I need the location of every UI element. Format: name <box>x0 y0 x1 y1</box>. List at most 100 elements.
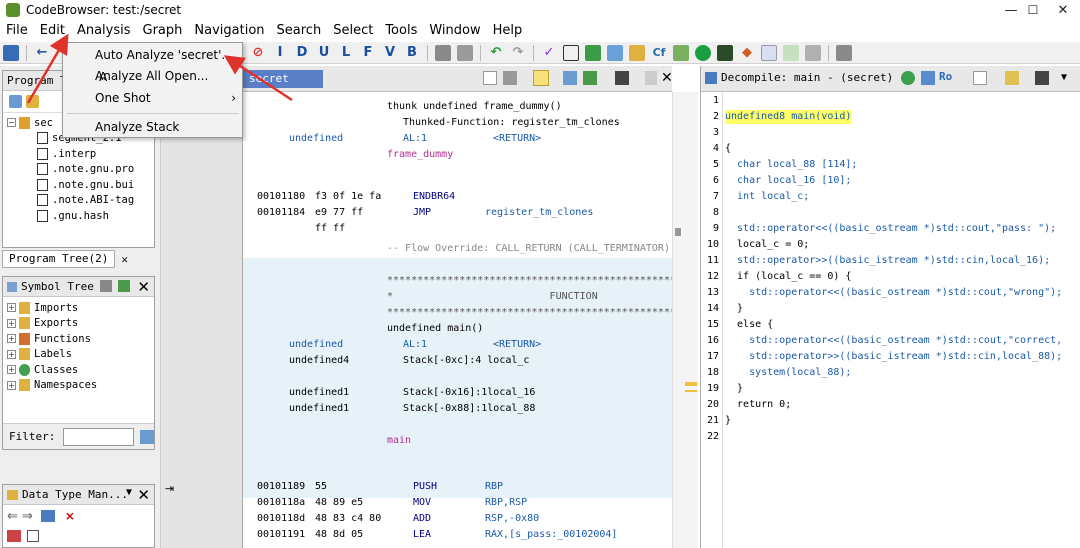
back-arrow-icon[interactable]: ← <box>34 45 50 61</box>
close-icon[interactable]: ✕ <box>661 70 672 86</box>
back-arrow-icon[interactable]: ⇐ <box>7 509 18 524</box>
snapshot-icon[interactable] <box>118 280 130 292</box>
filter-input[interactable] <box>63 427 135 446</box>
code-line[interactable]: std::operator>>((basic_istream *)std::ci… <box>725 350 1062 364</box>
code-line[interactable]: } <box>725 414 731 428</box>
edit-icon[interactable] <box>1005 71 1019 85</box>
code-line[interactable]: else { <box>725 318 773 332</box>
tool-icon[interactable] <box>457 44 473 61</box>
listing-address[interactable]: 0010118d <box>257 512 305 526</box>
forward-arrow-icon[interactable]: ⇒ <box>22 509 33 524</box>
plugin-icon[interactable] <box>836 44 852 61</box>
program-tree-tab[interactable]: Program T <box>7 74 67 87</box>
script-icon[interactable] <box>585 44 601 61</box>
tree-item[interactable]: .note.gnu.bui <box>7 177 150 193</box>
menu-help[interactable]: Help <box>487 20 529 42</box>
diamond-icon[interactable]: ◆ <box>739 45 755 61</box>
tree-view-icon[interactable] <box>9 95 22 108</box>
close-icon[interactable]: ✕ <box>137 278 150 296</box>
ro-icon[interactable]: Ro <box>939 70 952 83</box>
code-line[interactable]: std::operator<<((basic_ostream *)std::co… <box>725 286 1062 300</box>
analyze-stack-menu-item[interactable]: Analyze Stack <box>63 116 244 138</box>
field-icon[interactable] <box>563 71 577 85</box>
tree-icon[interactable] <box>805 44 821 61</box>
undefine-icon[interactable]: U <box>316 45 332 61</box>
menu-edit[interactable]: Edit <box>34 20 71 42</box>
expand-icon[interactable]: + <box>7 318 16 328</box>
memory-icon[interactable] <box>607 44 623 61</box>
code-line[interactable]: char local_16 [10]; <box>725 174 851 188</box>
run-icon[interactable] <box>695 44 711 61</box>
tree-item[interactable]: .gnu.hash <box>7 208 150 224</box>
scroll-thumb[interactable] <box>675 228 681 236</box>
code-line[interactable]: } <box>725 302 743 316</box>
code-line[interactable]: std::operator<<((basic_ostream *)std::co… <box>725 222 1056 236</box>
expand-icon[interactable]: + <box>7 349 16 359</box>
filter-off-icon[interactable]: ⨯ <box>65 509 75 523</box>
bookmark-icon[interactable]: B <box>404 45 420 61</box>
menu-search[interactable]: Search <box>271 20 328 42</box>
code-line[interactable]: std::operator>>((basic_istream *)std::ci… <box>725 254 1050 268</box>
code-line[interactable]: std::operator<<((basic_ostream *)std::co… <box>725 334 1062 348</box>
collapse-icon[interactable]: − <box>7 118 16 128</box>
cursor-tool-icon[interactable] <box>533 70 549 86</box>
table-icon[interactable] <box>783 44 799 61</box>
check-icon[interactable]: ✓ <box>541 45 557 61</box>
listing-overview-bar[interactable] <box>672 92 698 548</box>
expand-icon[interactable]: + <box>7 334 16 344</box>
menu-graph[interactable]: Graph <box>137 20 189 42</box>
menu-navigation[interactable]: Navigation <box>188 20 270 42</box>
listing-operand[interactable]: RAX,[s_pass:_00102004] <box>485 528 617 542</box>
expand-icon[interactable]: + <box>7 380 16 390</box>
tree-item[interactable]: + Imports <box>7 300 150 316</box>
code-line[interactable]: } <box>725 382 743 396</box>
cf-icon[interactable]: Cf <box>651 45 667 61</box>
menu-analysis[interactable]: Analysis <box>71 20 137 42</box>
folder-icon[interactable] <box>629 44 645 61</box>
listing-label[interactable]: main <box>387 434 411 448</box>
tree-item[interactable]: .note.ABI-tag <box>7 193 150 209</box>
close-icon[interactable]: ✕ <box>121 253 128 266</box>
menu-tools[interactable]: Tools <box>379 20 423 42</box>
dropdown-arrow-icon[interactable]: ▼ <box>126 487 132 498</box>
filter-options-icon[interactable] <box>140 429 154 444</box>
listing-address[interactable]: 0010118a <box>257 496 305 510</box>
console-icon[interactable] <box>717 44 733 61</box>
tool-icon[interactable] <box>435 44 451 61</box>
menu-window[interactable]: Window <box>423 20 486 42</box>
expand-icon[interactable]: + <box>7 365 16 375</box>
paste-icon[interactable] <box>503 71 517 85</box>
tree-item[interactable]: .interp <box>7 146 150 162</box>
code-line[interactable]: system(local_88); <box>725 366 851 380</box>
copy-icon[interactable] <box>483 71 497 85</box>
menu-select[interactable]: Select <box>327 20 379 42</box>
listing-address[interactable]: 00101191 <box>257 528 305 542</box>
listing-tab[interactable]: secret <box>243 70 323 88</box>
code-line[interactable]: return 0; <box>725 398 791 412</box>
tree-item[interactable]: + Classes <box>7 362 150 378</box>
panel-splitter[interactable]: ⇥ <box>160 66 242 548</box>
code-line[interactable]: char local_88 [114]; <box>725 158 857 172</box>
folder-icon[interactable] <box>26 95 39 108</box>
diff-icon[interactable] <box>583 71 597 85</box>
expand-icon[interactable]: + <box>7 303 16 313</box>
code-line[interactable]: { <box>725 142 731 156</box>
code-line[interactable]: int local_c; <box>725 190 809 204</box>
listing-address[interactable]: 00101184 <box>257 206 305 220</box>
tree-item[interactable]: .note.gnu.pro <box>7 162 150 178</box>
function-icon[interactable]: F <box>360 45 376 61</box>
analyze-all-open-menu-item[interactable]: Analyze All Open... <box>63 65 244 87</box>
refresh-icon[interactable] <box>901 71 915 85</box>
tab-program-tree-2[interactable]: Program Tree(2) <box>2 250 116 268</box>
label-icon[interactable]: L <box>338 45 354 61</box>
remove-icon[interactable] <box>7 530 21 542</box>
bytes-icon[interactable] <box>563 44 579 61</box>
listing-address[interactable]: 00101180 <box>257 190 305 204</box>
tree-item[interactable]: + Exports <box>7 316 150 332</box>
snapshot-icon[interactable] <box>615 71 629 85</box>
redo-icon[interactable]: ↷ <box>510 45 526 61</box>
snapshot-icon[interactable] <box>1035 71 1049 85</box>
undo-icon[interactable]: ↶ <box>488 45 504 61</box>
listing-operand[interactable]: register_tm_clones <box>485 206 593 220</box>
variable-icon[interactable]: V <box>382 45 398 61</box>
